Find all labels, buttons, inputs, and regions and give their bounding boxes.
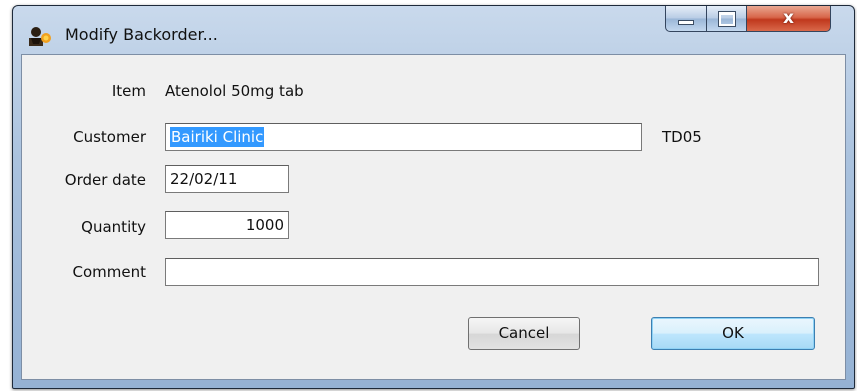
maximize-icon [717, 10, 736, 27]
maximize-button[interactable] [707, 6, 747, 32]
window-title: Modify Backorder... [65, 25, 218, 44]
title-bar[interactable]: Modify Backorder... x [13, 6, 854, 54]
comment-label: Comment [72, 263, 147, 281]
close-icon: x [783, 8, 794, 28]
comment-input[interactable] [165, 258, 819, 286]
minimize-icon [678, 20, 694, 25]
customer-code: TD05 [662, 128, 702, 146]
quantity-label: Quantity [81, 218, 146, 236]
minimize-button[interactable] [665, 6, 707, 32]
customer-label: Customer [73, 128, 146, 146]
item-value: Atenolol 50mg tab [165, 82, 304, 100]
close-button[interactable]: x [747, 6, 831, 32]
customer-input-text: Bairiki Clinic [170, 127, 265, 147]
item-label: Item [111, 82, 146, 100]
ok-button[interactable]: OK [651, 317, 815, 350]
cancel-button[interactable]: Cancel [468, 317, 580, 350]
backorder-app-icon [29, 27, 51, 46]
order-date-label: Order date [64, 171, 146, 189]
customer-input[interactable]: Bairiki Clinic [165, 123, 642, 151]
dialog-body: Item Atenolol 50mg tab Customer Bairiki … [21, 54, 846, 380]
order-date-input[interactable]: 22/02/11 [165, 165, 289, 193]
quantity-input[interactable]: 1000 [165, 211, 289, 239]
modify-backorder-window: Modify Backorder... x Item Atenolol 50mg… [12, 5, 855, 389]
